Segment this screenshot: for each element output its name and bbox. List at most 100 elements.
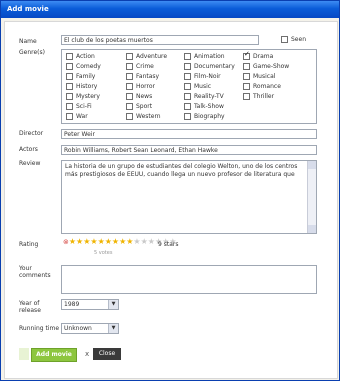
genre-label: Fantasy: [136, 73, 160, 80]
genre-checkbox[interactable]: [66, 113, 73, 120]
comments-textarea[interactable]: [61, 265, 317, 294]
genre-option[interactable]: Animation: [184, 53, 225, 60]
genres-box: Action Comedy Family History Mystery Sci-Fi Wa…: [61, 49, 317, 124]
genre-label: Animation: [194, 53, 225, 60]
genre-option[interactable]: War: [66, 113, 88, 120]
genre-option[interactable]: Music: [184, 83, 211, 90]
genre-checkbox[interactable]: [184, 63, 191, 70]
genre-label: War: [76, 113, 88, 120]
genre-option[interactable]: Romance: [243, 83, 281, 90]
genre-label: Musical: [253, 73, 276, 80]
genre-option[interactable]: Documentary: [184, 63, 235, 70]
star-icon[interactable]: ★: [98, 237, 105, 246]
genre-option[interactable]: Horror: [126, 83, 155, 90]
genre-checkbox[interactable]: [184, 83, 191, 90]
close-button[interactable]: Close: [93, 348, 121, 360]
genre-checkbox[interactable]: [243, 93, 250, 100]
genre-option[interactable]: History: [66, 83, 97, 90]
genre-checkbox[interactable]: [243, 73, 250, 80]
genre-label: Comedy: [76, 63, 101, 70]
genre-label: Adventure: [136, 53, 168, 60]
genre-label: History: [76, 83, 98, 90]
genre-label: Family: [76, 73, 96, 80]
genre-label: News: [136, 93, 153, 100]
genre-checkbox[interactable]: [184, 103, 191, 110]
genre-checkbox[interactable]: [243, 63, 250, 70]
rating-label: Rating: [19, 241, 39, 248]
actors-label: Actors: [19, 146, 38, 153]
genre-option[interactable]: Sport: [126, 103, 152, 110]
star-icon[interactable]: ★: [133, 237, 140, 246]
genre-checkbox[interactable]: [66, 53, 73, 60]
genre-checkbox[interactable]: [126, 63, 133, 70]
add-movie-button[interactable]: Add movie: [31, 348, 77, 362]
genre-label: Film-Noir: [194, 73, 221, 80]
director-label: Director: [19, 130, 44, 137]
genre-checkbox[interactable]: [126, 83, 133, 90]
genre-checkbox[interactable]: [126, 113, 133, 120]
genre-checkbox[interactable]: [126, 53, 133, 60]
genre-option[interactable]: Family: [66, 73, 95, 80]
genre-option[interactable]: Game-Show: [243, 63, 289, 70]
genre-option[interactable]: Film-Noir: [184, 73, 221, 80]
review-scrollbar[interactable]: [307, 161, 316, 233]
genre-checkbox[interactable]: [184, 113, 191, 120]
scroll-up-button[interactable]: [308, 161, 316, 169]
genre-checkbox[interactable]: [66, 103, 73, 110]
genre-checkbox[interactable]: [184, 93, 191, 100]
genre-option[interactable]: Drama: [243, 51, 273, 60]
genre-checkbox[interactable]: [126, 93, 133, 100]
comments-label: Your comments: [19, 265, 51, 279]
genre-label: Game-Show: [253, 63, 290, 70]
form-panel: Name El club de los poetas muertos Seen …: [4, 21, 338, 379]
genre-option[interactable]: Comedy: [66, 63, 101, 70]
genre-checkbox[interactable]: [184, 73, 191, 80]
genre-checkbox[interactable]: [184, 53, 191, 60]
runtime-label: Running time: [19, 325, 60, 332]
genre-checkbox[interactable]: [66, 83, 73, 90]
genre-label: Talk-Show: [194, 103, 224, 110]
star-icon[interactable]: ★: [148, 237, 155, 246]
genre-checkbox[interactable]: [66, 63, 73, 70]
chevron-down-icon: ▼: [108, 300, 118, 309]
genre-option[interactable]: Musical: [243, 73, 275, 80]
genre-checkbox[interactable]: [126, 103, 133, 110]
genre-option[interactable]: Western: [126, 113, 161, 120]
star-icon[interactable]: ★: [105, 237, 112, 246]
star-icon[interactable]: ★: [141, 237, 148, 246]
name-input[interactable]: El club de los poetas muertos: [61, 35, 259, 45]
director-input[interactable]: Peter Weir: [61, 129, 317, 139]
genre-option[interactable]: Biography: [184, 113, 225, 120]
rating-votes: 5 votes: [94, 250, 113, 256]
seen-label: Seen: [291, 36, 306, 43]
runtime-select[interactable]: Unknown ▼: [61, 323, 119, 334]
genre-option[interactable]: Action: [66, 53, 95, 60]
genre-option[interactable]: Fantasy: [126, 73, 159, 80]
actors-input[interactable]: Robin Williams, Robert Sean Leonard, Eth…: [61, 145, 317, 155]
genre-checkbox[interactable]: [243, 83, 250, 90]
title-bar: Add movie: [1, 1, 339, 18]
genre-checkbox[interactable]: [66, 93, 73, 100]
genre-option[interactable]: Reality-TV: [184, 93, 224, 100]
year-select[interactable]: 1989 ▼: [61, 299, 119, 310]
review-text: La historia de un grupo de estudiantes d…: [65, 163, 298, 178]
add-movie-window: Add movie Name El club de los poetas mue…: [0, 0, 340, 381]
star-icon[interactable]: ★: [112, 237, 119, 246]
year-label: Year of release: [19, 300, 41, 314]
genre-option[interactable]: Crime: [126, 63, 154, 70]
star-icon[interactable]: ★: [90, 237, 97, 246]
runtime-value: Unknown: [64, 325, 92, 332]
seen-checkbox[interactable]: [281, 36, 288, 43]
genre-option[interactable]: Mystery: [66, 93, 100, 100]
genre-checkbox[interactable]: [66, 73, 73, 80]
genre-option[interactable]: News: [126, 93, 152, 100]
genre-option[interactable]: Thriller: [243, 93, 274, 100]
genre-option[interactable]: Adventure: [126, 53, 167, 60]
genre-checkbox[interactable]: [243, 51, 250, 60]
review-textarea[interactable]: La historia de un grupo de estudiantes d…: [61, 160, 317, 234]
genre-option[interactable]: Talk-Show: [184, 103, 224, 110]
genre-checkbox[interactable]: [126, 73, 133, 80]
genre-option[interactable]: Sci-Fi: [66, 103, 92, 110]
scroll-down-button[interactable]: [308, 225, 316, 233]
star-icon[interactable]: ★: [69, 237, 76, 246]
